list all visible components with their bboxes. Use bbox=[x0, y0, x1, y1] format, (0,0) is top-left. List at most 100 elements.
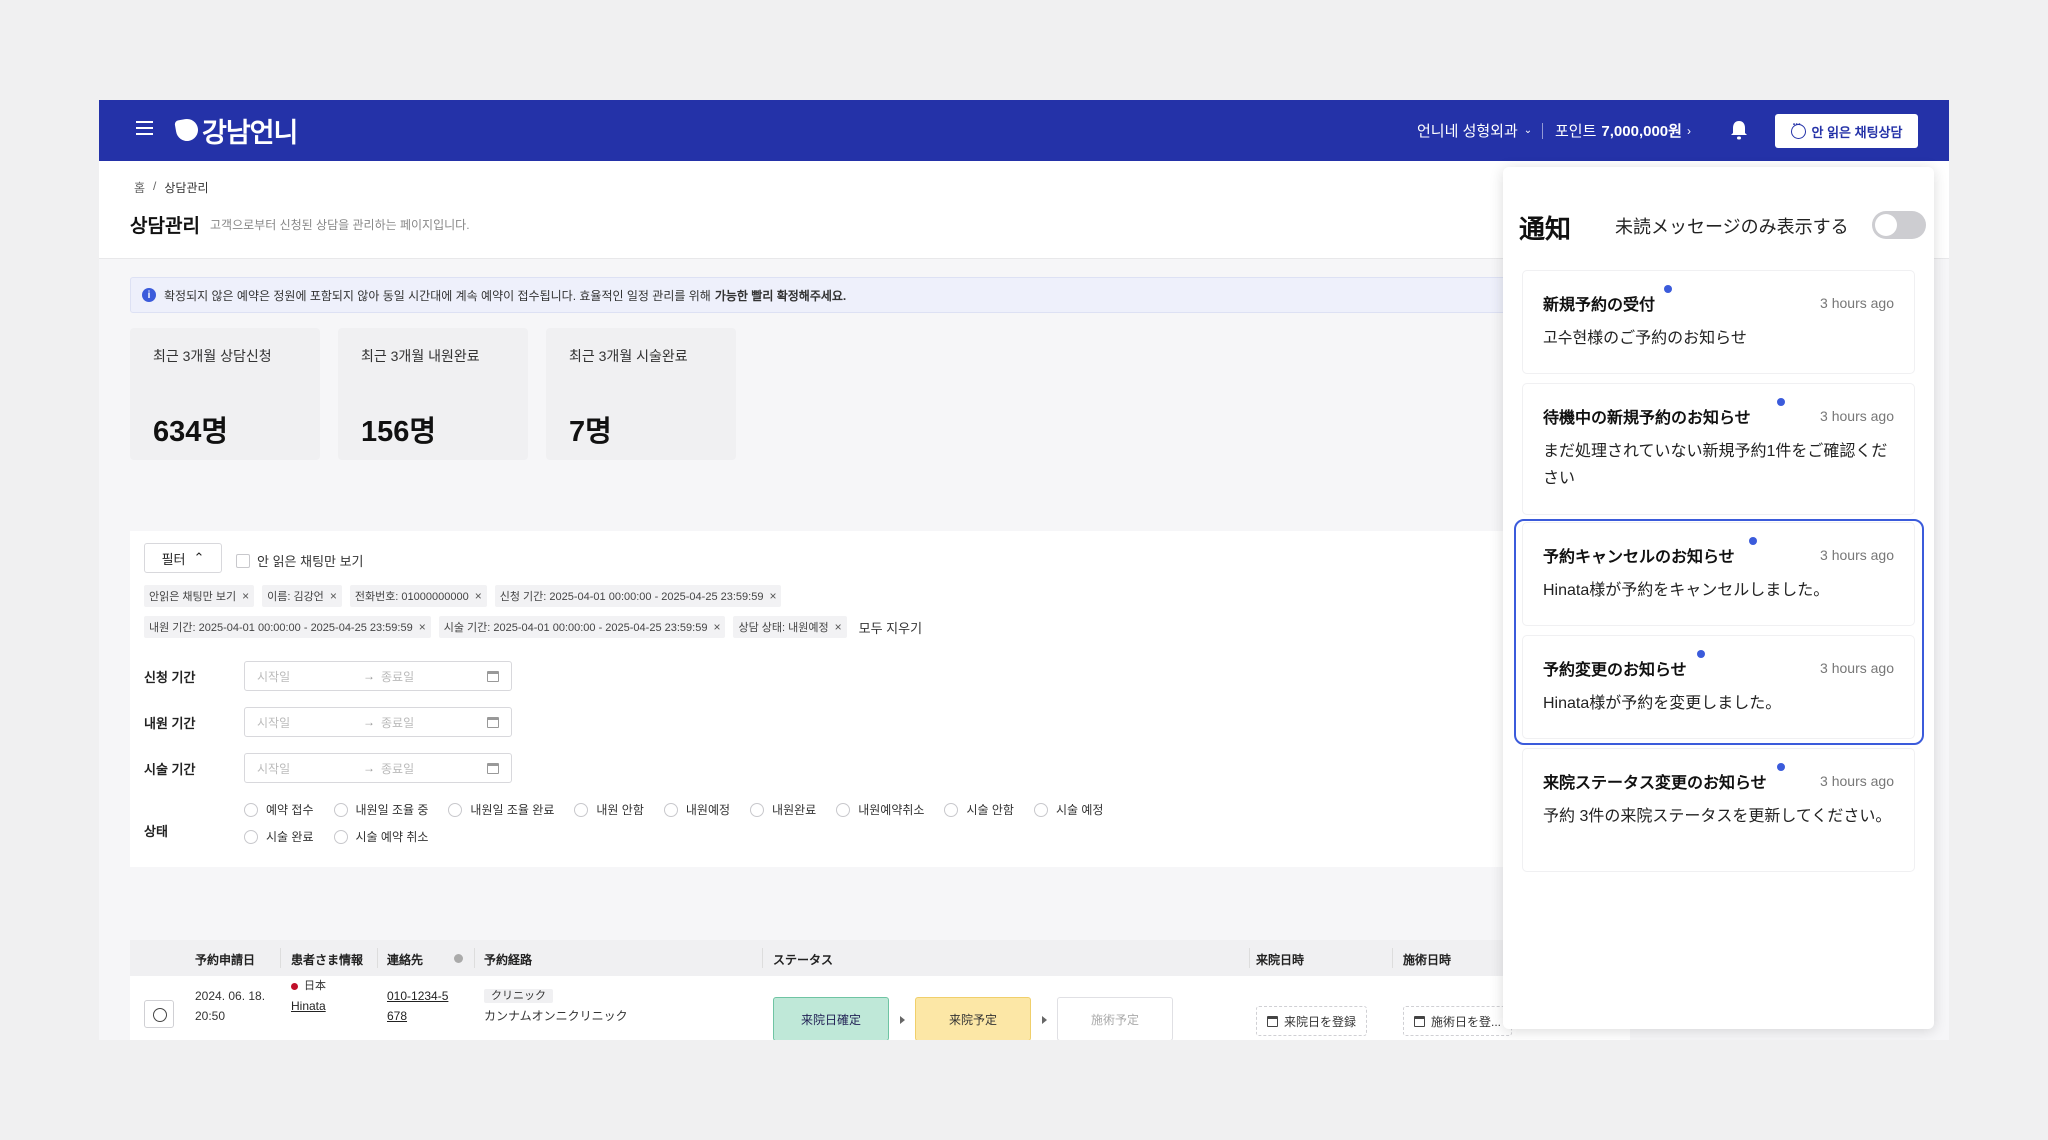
status-radio[interactable]: 내원일 조율 완료 bbox=[448, 801, 554, 818]
status-radio[interactable]: 내원일 조율 중 bbox=[333, 801, 428, 818]
radio-circle[interactable] bbox=[1033, 802, 1048, 817]
end-date-placeholder: 종료일 bbox=[381, 669, 415, 684]
status-radio[interactable]: 내원예약취소 bbox=[836, 801, 924, 818]
menu-icon[interactable] bbox=[136, 121, 153, 135]
radio-circle[interactable] bbox=[448, 802, 463, 817]
stat-label: 최근 3개월 상담신청 bbox=[153, 348, 272, 364]
close-icon[interactable]: × bbox=[713, 620, 720, 634]
status-radio[interactable]: 시술 예정 bbox=[1033, 801, 1103, 818]
clear-all-filters-button[interactable]: 모두 지우기 bbox=[859, 618, 922, 637]
close-icon[interactable]: × bbox=[475, 589, 482, 603]
app-window: 강남언니 언니네 성형외과 ⌄ 포인트 7,000,000원 › 안 읽은 채팅… bbox=[99, 100, 1949, 1040]
country-label: 日本 bbox=[304, 980, 326, 992]
column-header[interactable]: 施術日時 bbox=[1403, 951, 1451, 968]
filter-tag-label: 전화번호: 01000000000 bbox=[354, 591, 469, 603]
bell-icon[interactable] bbox=[1729, 119, 1749, 141]
column-header[interactable]: 来院日時 bbox=[1256, 951, 1304, 968]
apply-period-row: 신청 기간 시작일 → 종료일 bbox=[144, 661, 512, 691]
unread-dot-icon bbox=[1664, 285, 1672, 293]
apply-time: 20:50 bbox=[195, 1009, 226, 1023]
filter-tag-label: 상담 상태: 내원예정 bbox=[738, 622, 829, 634]
close-icon[interactable]: × bbox=[242, 589, 249, 603]
status-radio[interactable]: 내원예정 bbox=[663, 801, 730, 818]
radio-circle[interactable] bbox=[944, 802, 959, 817]
radio-circle[interactable] bbox=[836, 802, 851, 817]
filter-tag: 신청 기간: 2025-04-01 00:00:00 - 2025-04-25 … bbox=[494, 585, 782, 607]
status-step-confirmed[interactable]: 来院日確定 bbox=[773, 997, 889, 1040]
radio-circle[interactable] bbox=[663, 802, 678, 817]
page-title: 상담관리 bbox=[130, 216, 200, 237]
radio-label: 내원일 조율 완료 bbox=[470, 803, 555, 817]
checkbox-box[interactable] bbox=[236, 553, 250, 568]
column-header[interactable]: ステータス bbox=[773, 951, 833, 968]
arrow-right-icon: → bbox=[363, 715, 375, 729]
apply-period-picker[interactable]: 시작일 → 종료일 bbox=[244, 661, 512, 691]
notification-item[interactable]: 待機中の新規予約のお知らせ 3 hours ago まだ処理されていない新規予約… bbox=[1523, 384, 1914, 514]
filter-tag-label: 이름: 김강언 bbox=[267, 591, 324, 603]
filter-tag: 이름: 김강언 × bbox=[262, 585, 342, 607]
status-radio[interactable]: 시술 예약 취소 bbox=[333, 828, 428, 845]
unread-only-checkbox[interactable]: 안 읽은 채팅만 보기 bbox=[236, 551, 364, 570]
table-row[interactable]: 2024. 06. 18. 20:50 日本 Hinata 010-1234-5… bbox=[130, 976, 1630, 1040]
status-radio[interactable]: 내원 안함 bbox=[574, 801, 644, 818]
logo-mark-icon bbox=[174, 117, 200, 143]
treatment-period-picker[interactable]: 시작일 → 종료일 bbox=[244, 753, 512, 783]
contact-cell[interactable]: 010-1234-5 678 bbox=[387, 986, 448, 1026]
register-treatment-date-button[interactable]: 施術日を登... bbox=[1403, 1006, 1513, 1036]
start-date-placeholder: 시작일 bbox=[257, 761, 291, 776]
register-visit-date-button[interactable]: 来院日を登録 bbox=[1256, 1006, 1368, 1036]
close-icon[interactable]: × bbox=[769, 589, 776, 603]
radio-circle[interactable] bbox=[244, 829, 258, 844]
calendar-icon bbox=[487, 763, 499, 774]
chat-icon[interactable] bbox=[144, 1000, 174, 1028]
radio-circle[interactable] bbox=[333, 829, 348, 844]
column-divider bbox=[1249, 948, 1250, 968]
filter-tag-label: 신청 기간: 2025-04-01 00:00:00 - 2025-04-25 … bbox=[499, 591, 764, 603]
visit-period-picker[interactable]: 시작일 → 종료일 bbox=[244, 707, 512, 737]
status-radio[interactable]: 예약 접수 bbox=[244, 801, 314, 818]
notification-item[interactable]: 新規予約の受付 3 hours ago 고수현様のご予約のお知らせ bbox=[1523, 271, 1914, 373]
status-radio[interactable]: 내원완료 bbox=[750, 801, 816, 818]
status-radio[interactable]: 시술 안함 bbox=[944, 801, 1014, 818]
phone-line-2[interactable]: 678 bbox=[387, 1006, 448, 1026]
notification-item-title: 来院ステータス変更のお知らせ bbox=[1543, 775, 1767, 792]
column-header[interactable]: 予約経路 bbox=[484, 951, 532, 968]
route-name: カンナムオンニクリニック bbox=[484, 1009, 628, 1023]
calendar-icon bbox=[1414, 1015, 1425, 1027]
treatment-period-label: 시술 기간 bbox=[144, 761, 196, 777]
phone-line-1[interactable]: 010-1234-5 bbox=[387, 986, 448, 1006]
close-icon[interactable]: × bbox=[330, 589, 337, 603]
unread-chat-button[interactable]: 안 읽은 채팅상담 bbox=[1775, 114, 1918, 148]
status-step-treatment[interactable]: 施術予定 bbox=[1057, 997, 1173, 1040]
radio-label: 시술 안함 bbox=[966, 803, 1014, 817]
points-link[interactable]: 포인트 7,000,000원 › bbox=[1555, 120, 1691, 141]
step-arrow-icon bbox=[1042, 1016, 1047, 1024]
flag-icon bbox=[291, 982, 298, 990]
unread-only-toggle[interactable] bbox=[1872, 211, 1926, 239]
close-icon[interactable]: × bbox=[835, 620, 842, 634]
column-header[interactable]: 患者さま情報 bbox=[291, 951, 363, 968]
radio-circle[interactable] bbox=[750, 802, 765, 817]
column-divider bbox=[1392, 948, 1393, 968]
status-step-scheduled[interactable]: 来院予定 bbox=[915, 997, 1031, 1040]
status-filter-label: 상태 bbox=[144, 824, 168, 839]
patient-name-link[interactable]: Hinata bbox=[291, 996, 326, 1016]
status-radio[interactable]: 시술 완료 bbox=[244, 828, 314, 845]
column-header[interactable]: 連絡先 bbox=[387, 951, 423, 968]
radio-circle[interactable] bbox=[244, 802, 258, 817]
stat-value: 7명 bbox=[569, 416, 612, 448]
breadcrumb-current: 상담관리 bbox=[164, 181, 209, 195]
column-header[interactable]: 予約申請日 bbox=[195, 951, 255, 968]
filter-tag: 시술 기간: 2025-04-01 00:00:00 - 2025-04-25 … bbox=[438, 616, 726, 638]
logo[interactable]: 강남언니 bbox=[174, 114, 298, 148]
hospital-selector[interactable]: 언니네 성형외과 ⌄ bbox=[1417, 120, 1532, 141]
radio-circle[interactable] bbox=[333, 802, 348, 817]
breadcrumb-home[interactable]: 홈 bbox=[134, 179, 145, 196]
radio-circle[interactable] bbox=[574, 802, 589, 817]
filter-toggle-button[interactable]: 필터 ⌃ bbox=[144, 543, 222, 573]
filter-tag: 내원 기간: 2025-04-01 00:00:00 - 2025-04-25 … bbox=[144, 616, 431, 638]
notification-item[interactable]: 来院ステータス変更のお知らせ 3 hours ago 予約 3件の来院ステータス… bbox=[1523, 749, 1914, 871]
filter-tag-label: 내원 기간: 2025-04-01 00:00:00 - 2025-04-25 … bbox=[149, 622, 413, 634]
table-header: 予約申請日 患者さま情報 連絡先 予約経路 ステータス 来院日時 施術日時 bbox=[130, 940, 1630, 976]
close-icon[interactable]: × bbox=[419, 620, 426, 634]
